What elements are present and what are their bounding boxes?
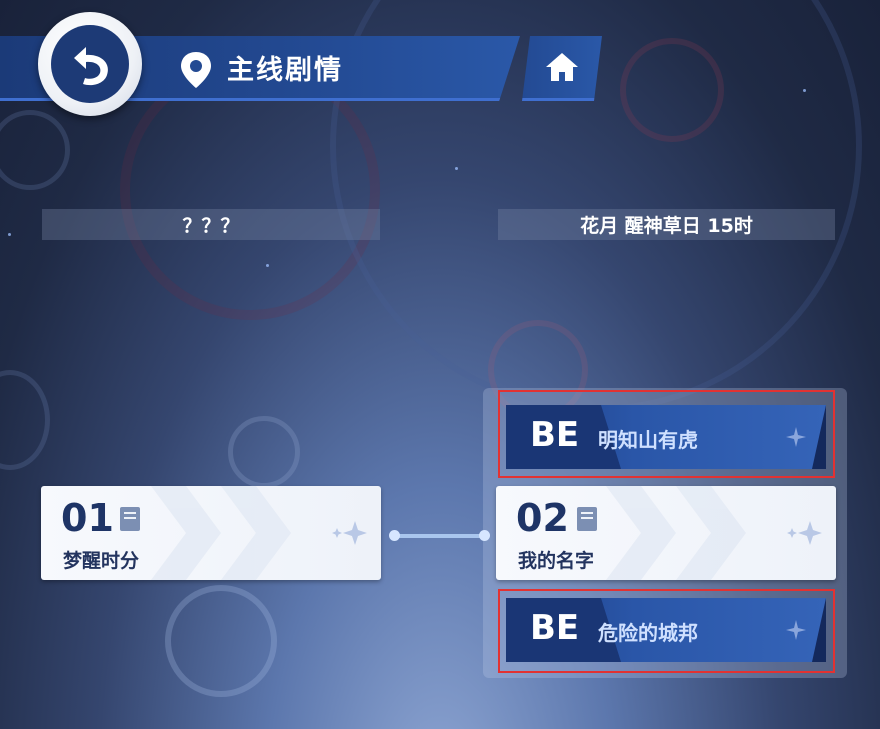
sparkle-icon	[332, 521, 367, 545]
period-label-unknown: ？？？	[42, 209, 380, 240]
back-arrow-icon	[74, 47, 108, 86]
bg-star	[455, 167, 458, 170]
page-title: 主线剧情	[227, 55, 343, 86]
bg-star	[266, 264, 269, 267]
highlight-box-ending-2	[498, 589, 835, 673]
chapter-card-01[interactable]: 01 梦醒时分	[41, 486, 381, 580]
bg-star	[8, 233, 11, 236]
bg-emblem-edge	[0, 370, 50, 470]
chapter-title: 我的名字	[518, 550, 595, 572]
connector-node	[479, 530, 490, 541]
back-button[interactable]	[38, 12, 142, 116]
book-icon	[120, 507, 140, 531]
chapter-card-02[interactable]: 02 我的名字	[496, 486, 836, 580]
bg-star	[803, 89, 806, 92]
bg-emblem-left	[0, 110, 70, 190]
book-icon	[577, 507, 597, 531]
chevron-decoration	[151, 486, 291, 580]
location-pin-icon	[181, 52, 211, 88]
chapter-number: 01	[61, 496, 114, 540]
home-button[interactable]	[522, 36, 602, 101]
chapter-title: 梦醒时分	[63, 550, 140, 572]
chapter-number: 02	[516, 496, 569, 540]
period-label-date: 花月 醒神草日 15时	[498, 209, 835, 240]
bg-emblem-small	[620, 38, 724, 142]
connector-node	[389, 530, 400, 541]
chevron-decoration	[606, 486, 746, 580]
home-icon	[546, 53, 578, 81]
sparkle-icon	[787, 521, 822, 545]
bg-emblem-mid	[228, 416, 300, 488]
bg-emblem-bottom	[165, 585, 277, 697]
highlight-box-ending-1	[498, 390, 835, 478]
chapter-connector	[393, 534, 485, 538]
